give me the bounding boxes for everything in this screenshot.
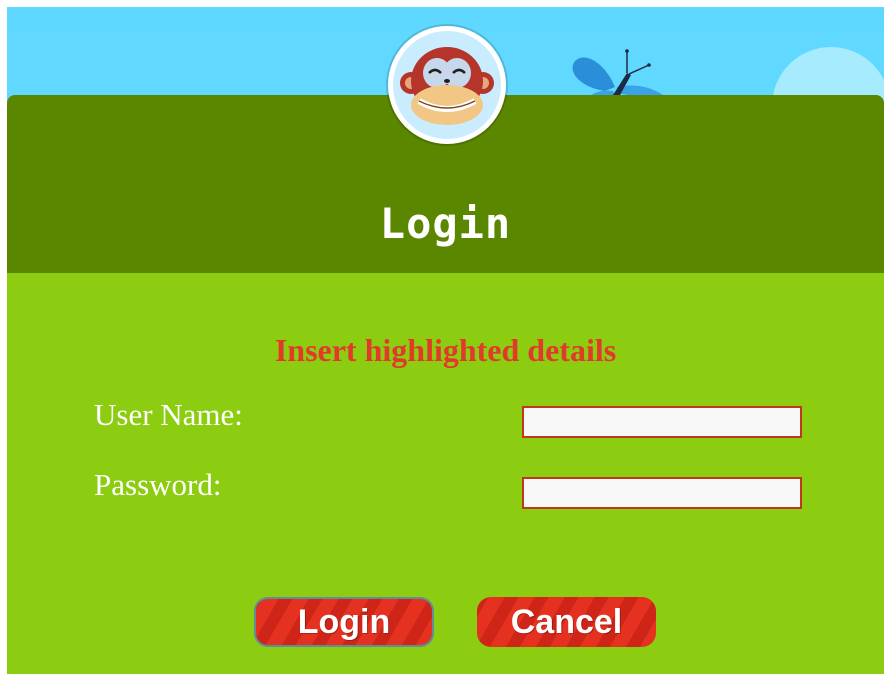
password-input[interactable] bbox=[522, 477, 802, 509]
avatar bbox=[388, 26, 506, 144]
validation-message: Insert highlighted details bbox=[274, 332, 617, 368]
login-window: Login Insert highlighted details User Na… bbox=[7, 7, 884, 674]
username-label: User Name: bbox=[94, 397, 243, 432]
page-title: Login bbox=[379, 199, 512, 248]
username-input[interactable] bbox=[522, 406, 802, 438]
login-button[interactable]: Login bbox=[254, 597, 434, 647]
cancel-button[interactable]: Cancel bbox=[477, 597, 656, 647]
login-form: Insert highlighted details User Name: Pa… bbox=[7, 273, 884, 674]
password-label: Password: bbox=[94, 467, 222, 502]
monkey-avatar-icon bbox=[393, 31, 501, 139]
